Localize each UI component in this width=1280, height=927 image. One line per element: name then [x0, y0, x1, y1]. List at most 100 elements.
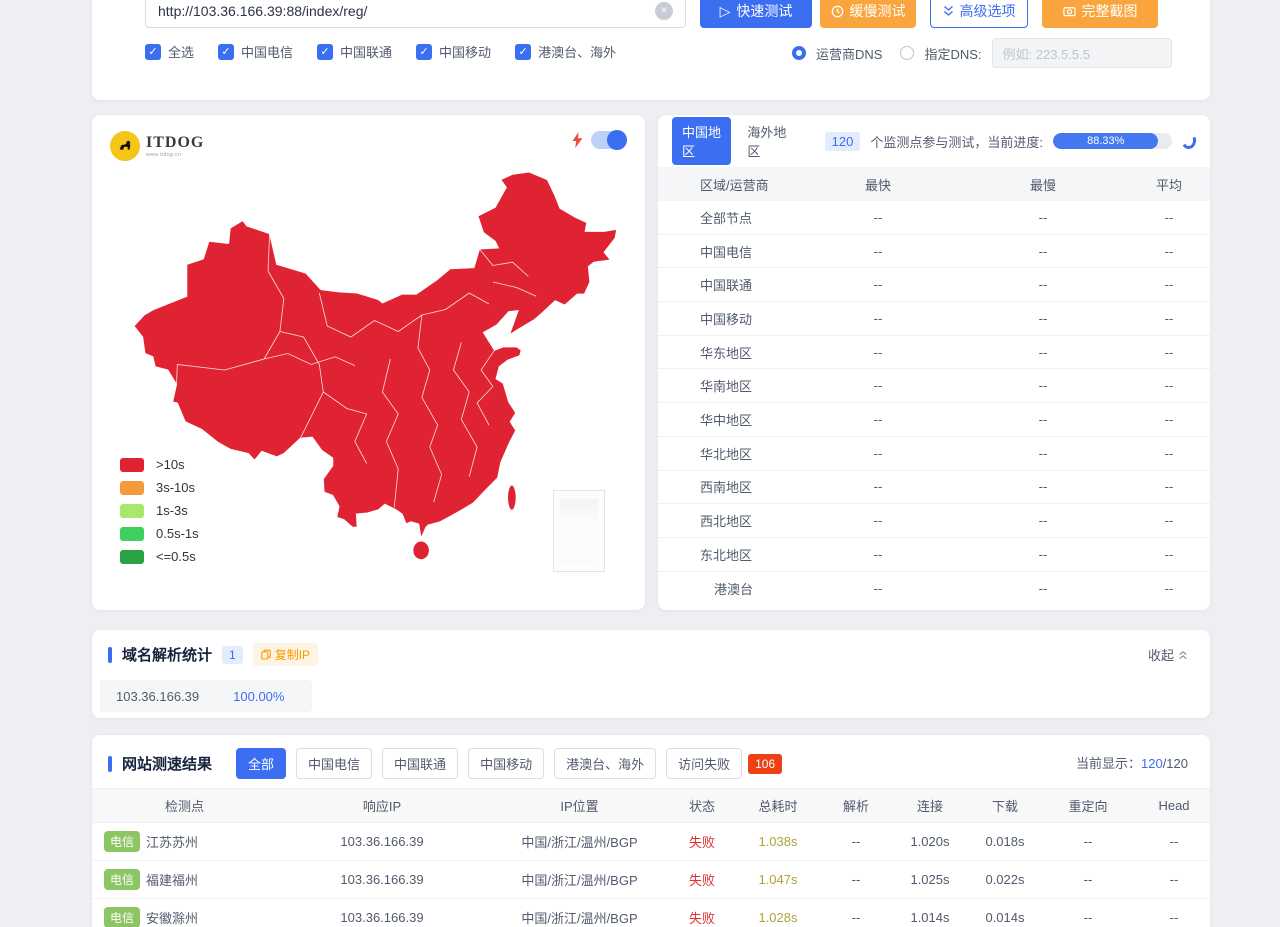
south-china-sea-inset: [553, 490, 605, 572]
custom-dns-input[interactable]: 例如: 223.5.5.5: [992, 38, 1172, 68]
quick-test-button[interactable]: ▷ 快速测试: [700, 0, 812, 28]
node-name: 安徽滁州: [146, 908, 198, 927]
legend-item: >10s: [120, 457, 199, 472]
dog-icon: [110, 131, 140, 161]
region-stats-panel: 中国地区 海外地区 120 个监测点参与测试，当前进度: 88.33% 区域/运…: [658, 115, 1210, 610]
table-row[interactable]: 中国电信------: [658, 235, 1210, 269]
logo-title: ITDOG: [146, 134, 204, 152]
table-row[interactable]: 中国联通------: [658, 268, 1210, 302]
dns-option-row: 运营商DNS 指定DNS: 例如: 223.5.5.5: [792, 38, 1172, 68]
legend-item: 0.5s-1s: [120, 526, 199, 541]
legend-swatch: [120, 504, 144, 518]
table-row[interactable]: 电信福建福州 103.36.166.39 中国/浙江/温州/BGP 失败 1.0…: [92, 861, 1210, 899]
tab-overseas-region[interactable]: 海外地区: [741, 117, 792, 165]
china-map-panel: ITDOG www.itdog.cn >10s: [92, 115, 645, 610]
loading-spinner-icon: [1181, 132, 1198, 151]
slow-test-button[interactable]: 缓慢测试: [820, 0, 916, 28]
results-tab-failed[interactable]: 访问失败: [666, 748, 742, 779]
lightning-icon: [572, 132, 583, 148]
isp-badge: 电信: [104, 907, 140, 927]
table-row[interactable]: 电信江苏苏州 103.36.166.39 中国/浙江/温州/BGP 失败 1.0…: [92, 823, 1210, 861]
results-tab-telecom[interactable]: 中国电信: [296, 748, 372, 779]
results-tab-all[interactable]: 全部: [236, 748, 286, 779]
check-icon: ✓: [416, 44, 432, 60]
checkbox-china-unicom[interactable]: ✓中国联通: [317, 42, 392, 61]
map-legend: >10s 3s-10s 1s-3s 0.5s-1s <=0.5s: [120, 457, 199, 564]
checkbox-china-telecom[interactable]: ✓中国电信: [218, 42, 293, 61]
copy-ip-button[interactable]: 复制IP: [253, 643, 318, 666]
failed-count-badge: 106: [748, 754, 782, 774]
check-icon: ✓: [218, 44, 234, 60]
table-row[interactable]: 港澳台------: [658, 572, 1210, 606]
legend-swatch: [120, 481, 144, 495]
dns-stats-title: 域名解析统计: [122, 644, 212, 665]
advanced-options-button[interactable]: 高级选项: [930, 0, 1028, 28]
radio-isp-dns[interactable]: [792, 46, 806, 60]
progress-fill: 88.33%: [1053, 133, 1159, 149]
tab-china-region[interactable]: 中国地区: [672, 117, 731, 165]
table-row[interactable]: 华中地区------: [658, 403, 1210, 437]
checkbox-china-mobile[interactable]: ✓中国移动: [416, 42, 491, 61]
section-accent-bar: [108, 756, 112, 772]
clear-url-icon[interactable]: ×: [655, 2, 673, 20]
table-row[interactable]: 华南地区------: [658, 369, 1210, 403]
legend-item: <=0.5s: [120, 549, 199, 564]
check-icon: ✓: [145, 44, 161, 60]
copy-icon: [261, 649, 271, 660]
collapse-button[interactable]: 收起: [1148, 645, 1188, 664]
table-row[interactable]: 东北地区------: [658, 538, 1210, 572]
full-screenshot-button[interactable]: 完整截图: [1042, 0, 1158, 28]
map-mode-toggle[interactable]: [591, 131, 627, 149]
isp-badge: 电信: [104, 831, 140, 852]
camera-icon: [1063, 5, 1076, 17]
resolved-ip: 103.36.166.39: [116, 689, 199, 704]
test-config-panel: http://103.36.166.39:88/index/reg/ × ▷ 快…: [92, 0, 1210, 100]
checkbox-select-all[interactable]: ✓全选: [145, 42, 194, 61]
check-icon: ✓: [515, 44, 531, 60]
results-title: 网站测速结果: [122, 753, 212, 774]
itdog-logo[interactable]: ITDOG www.itdog.cn: [110, 131, 204, 161]
legend-swatch: [120, 527, 144, 541]
results-tab-mobile[interactable]: 中国移动: [468, 748, 544, 779]
chevron-double-down-icon: [943, 5, 954, 17]
url-value: http://103.36.166.39:88/index/reg/: [158, 3, 367, 19]
url-input[interactable]: http://103.36.166.39:88/index/reg/: [145, 0, 686, 28]
resolved-ip-item[interactable]: 103.36.166.39 100.00%: [100, 680, 312, 712]
radio-custom-dns[interactable]: [900, 46, 914, 60]
status-badge: 失败: [672, 908, 732, 927]
isp-filter-row: ✓全选 ✓中国电信 ✓中国联通 ✓中国移动 ✓港澳台、海外: [145, 42, 616, 61]
legend-swatch: [120, 550, 144, 564]
table-row[interactable]: 中国移动------: [658, 302, 1210, 336]
logo-subtitle: www.itdog.cn: [146, 152, 204, 158]
section-accent-bar: [108, 647, 112, 663]
region-table-header: 区域/运营商 最快 最慢 平均: [658, 167, 1210, 201]
legend-swatch: [120, 458, 144, 472]
node-name: 江苏苏州: [146, 832, 198, 851]
table-row[interactable]: 全部节点------: [658, 201, 1210, 235]
check-icon: ✓: [317, 44, 333, 60]
dns-stats-panel: 域名解析统计 1 复制IP 收起 103.36.166.39 100.00%: [92, 630, 1210, 718]
clock-icon: [831, 5, 844, 18]
table-row[interactable]: 西南地区------: [658, 471, 1210, 505]
checkbox-hmt-overseas[interactable]: ✓港澳台、海外: [515, 42, 616, 61]
results-tab-unicom[interactable]: 中国联通: [382, 748, 458, 779]
dns-count-badge: 1: [222, 646, 243, 664]
isp-badge: 电信: [104, 869, 140, 890]
table-row[interactable]: 西北地区------: [658, 504, 1210, 538]
legend-item: 1s-3s: [120, 503, 199, 518]
showing-count: 当前显示：120/120: [1076, 753, 1188, 772]
play-icon: ▷: [720, 3, 731, 20]
speed-results-panel: 网站测速结果 全部 中国电信 中国联通 中国移动 港澳台、海外 访问失败 106…: [92, 735, 1210, 927]
toggle-knob: [607, 130, 627, 150]
table-row[interactable]: 华东地区------: [658, 336, 1210, 370]
results-table-header: 检测点 响应IP IP位置 状态 总耗时 解析 连接 下载 重定向 Head: [92, 788, 1210, 823]
resolved-ip-percent: 100.00%: [233, 689, 284, 704]
results-tab-hmt-overseas[interactable]: 港澳台、海外: [554, 748, 656, 779]
monitor-count-badge: 120: [825, 132, 861, 151]
table-row[interactable]: 华北地区------: [658, 437, 1210, 471]
status-badge: 失败: [672, 870, 732, 889]
table-row[interactable]: 电信安徽滁州 103.36.166.39 中国/浙江/温州/BGP 失败 1.0…: [92, 899, 1210, 927]
legend-item: 3s-10s: [120, 480, 199, 495]
chevron-double-up-icon: [1178, 650, 1188, 660]
progress-label: 个监测点参与测试，当前进度:: [870, 132, 1043, 151]
